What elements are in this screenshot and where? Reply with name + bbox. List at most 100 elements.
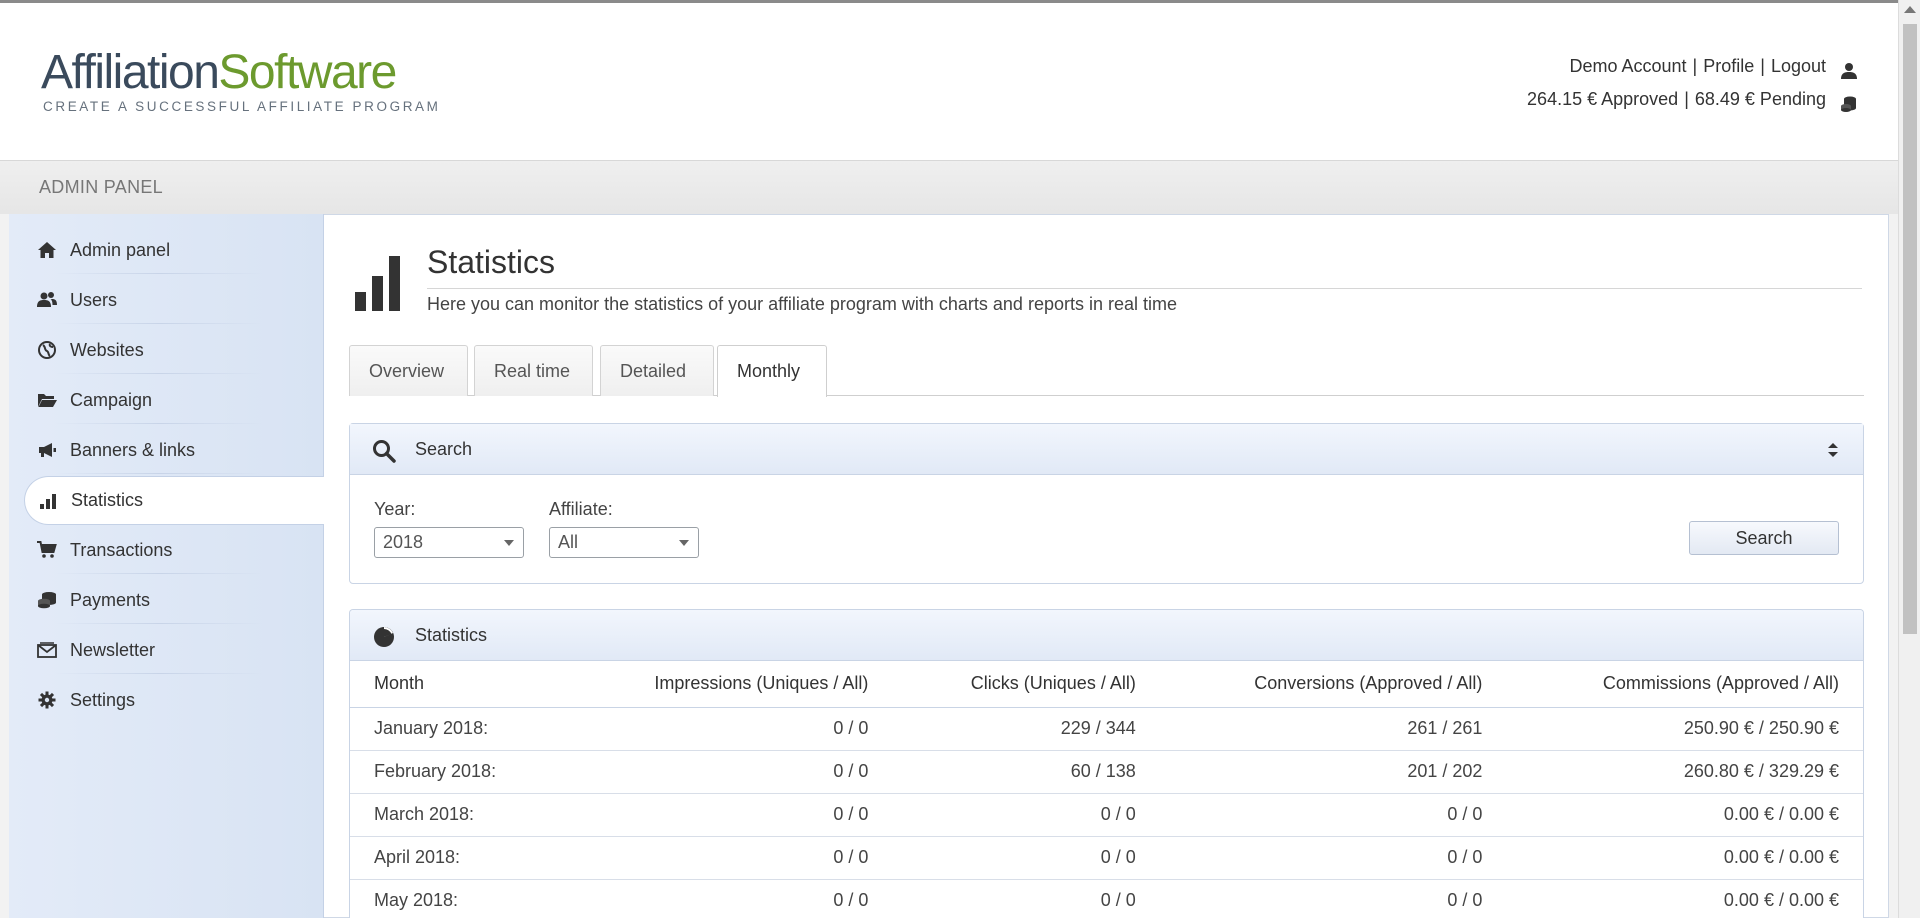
bar-chart-icon	[355, 256, 405, 311]
admin-panel-strip: ADMIN PANEL	[0, 160, 1898, 214]
cell-commissions: 260.80 € / 329.29 €	[1506, 750, 1863, 794]
sidebar-item-label: Campaign	[70, 389, 153, 410]
sidebar-item-transactions[interactable]: Transactions	[15, 526, 315, 575]
statistics-panel: Statistics Month Impressions (Uniques / …	[349, 609, 1864, 918]
cell-month: March 2018:	[350, 793, 564, 837]
sidebar-item-settings[interactable]: Settings	[15, 676, 315, 725]
cell-conversions: 0 / 0	[1159, 836, 1507, 880]
column-header-commissions[interactable]: Commissions (Approved / All)	[1506, 661, 1863, 708]
sidebar-item-payments[interactable]: Payments	[15, 576, 315, 625]
sidebar-item-label: Transactions	[70, 539, 173, 560]
cell-month: May 2018:	[350, 879, 564, 918]
sidebar-item-label: Users	[70, 289, 118, 310]
separator: |	[1692, 56, 1698, 76]
folder-icon	[36, 390, 58, 410]
logout-link[interactable]: Logout	[1771, 50, 1826, 83]
sidebar-item-newsletter[interactable]: Newsletter	[15, 626, 315, 675]
cart-icon	[36, 540, 58, 560]
column-header-conversions[interactable]: Conversions (Approved / All)	[1159, 661, 1507, 708]
chevron-down-icon	[504, 540, 514, 546]
table-header-row: Month Impressions (Uniques / All) Clicks…	[350, 661, 1863, 708]
cell-conversions: 201 / 202	[1159, 750, 1507, 794]
cell-impressions: 0 / 0	[563, 836, 893, 880]
sidebar-item-label: Settings	[70, 689, 136, 710]
sidebar-item-statistics[interactable]: Statistics	[24, 476, 324, 525]
tab-detailed[interactable]: Detailed	[600, 345, 714, 396]
page-title: Statistics	[427, 244, 556, 280]
sidebar-item-admin-panel[interactable]: Admin panel	[15, 226, 315, 275]
page-subtitle: Here you can monitor the statistics of y…	[427, 294, 1177, 314]
search-panel: Search Year: 2018 Affiliate: All Search	[349, 423, 1864, 584]
cell-clicks: 229 / 344	[892, 707, 1160, 751]
sidebar-item-label: Statistics	[71, 490, 144, 510]
cell-conversions: 261 / 261	[1159, 707, 1507, 751]
cell-impressions: 0 / 0	[563, 793, 893, 837]
users-icon	[36, 290, 58, 310]
bar-chart-icon	[37, 491, 59, 511]
cell-impressions: 0 / 0	[563, 879, 893, 918]
cell-conversions: 0 / 0	[1159, 793, 1507, 837]
approved-balance: 264.15 € Approved	[1527, 89, 1679, 109]
account-name-link[interactable]: Demo Account	[1569, 50, 1686, 83]
search-panel-title: Search	[415, 439, 473, 459]
monthly-stats-table: Month Impressions (Uniques / All) Clicks…	[350, 661, 1863, 918]
sidebar-item-campaign[interactable]: Campaign	[15, 376, 315, 425]
pending-balance: 68.49 € Pending	[1694, 89, 1826, 109]
column-header-month[interactable]: Month	[350, 661, 564, 708]
table-row: January 2018: 0 / 0 229 / 344 261 / 261 …	[350, 707, 1863, 751]
cell-month: April 2018:	[350, 836, 564, 880]
search-button[interactable]: Search	[1689, 521, 1839, 555]
affiliate-label: Affiliate:	[549, 499, 613, 519]
statistics-panel-header: Statistics	[350, 610, 1863, 661]
title-divider	[427, 288, 1862, 289]
sidebar-item-label: Websites	[70, 339, 144, 360]
tab-real-time[interactable]: Real time	[474, 345, 593, 396]
table-row: May 2018: 0 / 0 0 / 0 0 / 0 0.00 € / 0.0…	[350, 879, 1863, 918]
tab-monthly[interactable]: Monthly	[717, 345, 827, 397]
coins-icon	[1840, 91, 1858, 112]
cell-commissions: 250.90 € / 250.90 €	[1506, 707, 1863, 751]
logo-word-software: Software	[218, 46, 397, 99]
tab-overview[interactable]: Overview	[349, 345, 468, 396]
sidebar-item-websites[interactable]: Websites	[15, 326, 315, 375]
cell-impressions: 0 / 0	[563, 707, 893, 751]
vertical-scrollbar[interactable]	[1898, 0, 1920, 918]
cell-clicks: 0 / 0	[892, 879, 1160, 918]
statistics-panel-title: Statistics	[415, 625, 488, 645]
chevron-down-icon	[679, 540, 689, 546]
column-header-clicks[interactable]: Clicks (Uniques / All)	[892, 661, 1160, 708]
cell-clicks: 0 / 0	[892, 836, 1160, 880]
separator: |	[1684, 89, 1689, 109]
separator: |	[1760, 56, 1765, 76]
tab-bar: Overview Real time Detailed Monthly	[349, 345, 1864, 397]
sidebar-item-banners-links[interactable]: Banners & links	[15, 426, 315, 475]
year-label: Year:	[374, 499, 416, 519]
sidebar-item-label: Payments	[70, 589, 151, 610]
cell-impressions: 0 / 0	[563, 750, 893, 794]
table-row: April 2018: 0 / 0 0 / 0 0 / 0 0.00 € / 0…	[350, 836, 1863, 880]
admin-panel-label: ADMIN PANEL	[39, 177, 163, 197]
sidebar-item-label: Banners & links	[70, 439, 196, 460]
search-icon	[372, 439, 396, 463]
sidebar-item-users[interactable]: Users	[15, 276, 315, 325]
affiliate-select[interactable]: All	[549, 527, 699, 558]
account-links: Demo Account | Profile | Logout	[1527, 50, 1858, 83]
scrollbar-thumb[interactable]	[1903, 24, 1917, 634]
cell-month: January 2018:	[350, 707, 564, 751]
collapse-toggle-icon[interactable]	[1827, 441, 1839, 459]
scroll-up-arrow-icon[interactable]	[1904, 6, 1916, 13]
megaphone-icon	[36, 440, 58, 460]
cell-clicks: 60 / 138	[892, 750, 1160, 794]
cell-clicks: 0 / 0	[892, 793, 1160, 837]
brand-logo[interactable]: AffiliationSoftware CREATE A SUCCESSFUL …	[41, 49, 461, 119]
cell-commissions: 0.00 € / 0.00 €	[1506, 836, 1863, 880]
account-area: Demo Account | Profile | Logout 264.15 €…	[1527, 50, 1858, 116]
year-select-value: 2018	[383, 532, 424, 552]
envelope-icon	[36, 640, 58, 660]
column-header-impressions[interactable]: Impressions (Uniques / All)	[563, 661, 893, 708]
cell-month: February 2018:	[350, 750, 564, 794]
year-select[interactable]: 2018	[374, 527, 524, 558]
sidebar-item-label: Newsletter	[70, 639, 156, 660]
profile-link[interactable]: Profile	[1703, 50, 1754, 83]
search-panel-header[interactable]: Search	[350, 424, 1863, 475]
